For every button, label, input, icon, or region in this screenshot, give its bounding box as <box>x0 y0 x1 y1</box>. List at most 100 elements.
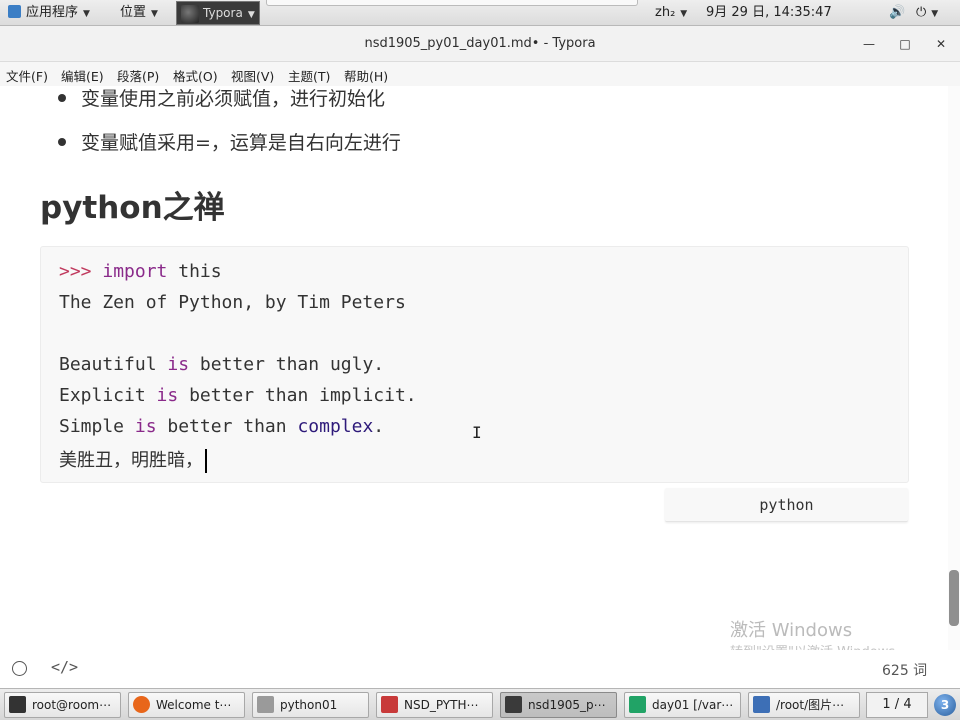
code-text: better than ugly. <box>189 354 385 375</box>
active-app-menu[interactable]: Typora ▼ <box>176 1 260 25</box>
menu-edit[interactable]: 编辑(E) <box>61 66 104 85</box>
ibeam-cursor-icon: I <box>472 423 482 442</box>
scrollbar-thumb[interactable] <box>949 570 959 626</box>
code-text: Explicit <box>59 385 157 406</box>
places-menu[interactable]: 位置 ▼ <box>120 0 158 26</box>
chevron-down-icon: ▼ <box>151 9 158 19</box>
maximize-button[interactable]: □ <box>895 34 915 54</box>
activation-watermark-subtitle: 转到"设置"以激活 Windows。 <box>730 641 908 650</box>
task-firefox[interactable]: Welcome t⋯ <box>128 692 245 718</box>
code-keyword: is <box>167 354 190 375</box>
close-button[interactable]: ✕ <box>931 34 951 54</box>
menu-view[interactable]: 视图(V) <box>231 66 274 85</box>
task-typora[interactable]: nsd1905_p⋯ <box>500 692 617 718</box>
power-menu[interactable]: ⏻ ▼ <box>916 0 938 26</box>
word-count[interactable]: 625 词 <box>882 660 927 680</box>
activation-watermark-title: 激活 Windows <box>730 620 853 641</box>
text-caret <box>205 449 207 473</box>
workspace-pager[interactable]: 1 / 4 <box>866 692 928 718</box>
code-text: . <box>373 416 385 437</box>
code-text: Beautiful <box>59 354 168 375</box>
active-app-label: Typora <box>203 6 243 20</box>
menu-paragraph[interactable]: 段落(P) <box>117 66 159 85</box>
applications-label: 应用程序 <box>26 5 79 20</box>
code-text: 美胜丑，明胜暗， <box>59 450 203 471</box>
code-prompt: >>> <box>59 261 92 282</box>
panel-search-tab <box>266 0 638 6</box>
heading-cn: 之禅 <box>162 190 225 226</box>
code-keyword: import <box>102 261 168 282</box>
clock-label: 9月 29 日, 14:35:47 <box>706 5 832 20</box>
screen: 应用程序 ▼ 位置 ▼ Typora ▼ zh₂ ▼ 9月 29 日, 14:35:47… <box>0 0 960 720</box>
source-mode-toggle-icon[interactable]: </> <box>51 658 78 676</box>
code-text: better than <box>156 416 298 437</box>
minimize-button[interactable]: — <box>859 34 879 54</box>
task-python01[interactable]: python01 <box>252 692 369 718</box>
volume-icon[interactable]: 🔊 <box>889 0 905 26</box>
list-item[interactable]: 变量赋值采用=，运算是自右向左进行 <box>58 128 401 155</box>
task-terminal[interactable]: root@room⋯ <box>4 692 121 718</box>
code-line: The Zen of Python, by Tim Peters <box>59 292 406 313</box>
chevron-down-icon: ▼ <box>680 9 688 19</box>
list-item-text: 变量使用之前必须赋值，进行初始化 <box>81 88 386 110</box>
power-icon: ⏻ <box>916 5 927 20</box>
code-keyword: is <box>156 385 179 406</box>
applications-menu[interactable]: 应用程序 ▼ <box>8 0 90 26</box>
code-builtin: complex <box>297 416 374 437</box>
window-title: nsd1905_py01_day01.md• - Typora <box>364 36 596 51</box>
editor-area[interactable]: 变量使用之前必须赋值，进行初始化 变量赋值采用=，运算是自右向左进行 pytho… <box>0 86 948 650</box>
code-text: better than implicit. <box>178 385 417 406</box>
status-bar: </> 625 词 <box>0 650 960 688</box>
code-keyword: is <box>134 416 157 437</box>
code-text: this <box>167 261 222 282</box>
chevron-down-icon: ▼ <box>83 9 90 19</box>
file-manager-icon <box>257 696 274 713</box>
bullet-icon <box>58 137 66 146</box>
section-heading[interactable]: python之禅 <box>40 182 225 227</box>
task-nsd-python[interactable]: NSD_PYTH⋯ <box>376 692 493 718</box>
task-pycharm[interactable]: day01 [/var⋯ <box>624 692 741 718</box>
input-method-indicator[interactable]: zh₂ ▼ <box>655 0 687 26</box>
menu-help[interactable]: 帮助(H) <box>344 66 388 85</box>
top-panel: 应用程序 ▼ 位置 ▼ Typora ▼ zh₂ ▼ 9月 29 日, 14:35:47… <box>0 0 960 26</box>
task-label: NSD_PYTH⋯ <box>404 698 479 712</box>
list-item[interactable]: 变量使用之前必须赋值，进行初始化 <box>58 86 385 111</box>
code-line: 美胜丑，明胜暗， <box>59 446 207 473</box>
firefox-icon <box>133 696 150 713</box>
task-label: Welcome t⋯ <box>156 698 232 712</box>
vertical-scrollbar[interactable] <box>948 86 960 650</box>
chevron-down-icon: ▼ <box>931 9 939 19</box>
code-line: Explicit is better than implicit. <box>59 385 417 406</box>
document-viewer-icon <box>381 696 398 713</box>
task-image-folder[interactable]: /root/图片⋯ <box>748 692 860 718</box>
window-titlebar: nsd1905_py01_day01.md• - Typora — □ ✕ <box>0 26 960 62</box>
code-line: >>> import this <box>59 261 222 282</box>
chevron-down-icon: ▼ <box>247 10 255 20</box>
clock[interactable]: 9月 29 日, 14:35:47 <box>706 0 832 26</box>
outline-toggle-icon[interactable] <box>12 661 27 676</box>
code-block[interactable]: >>> import this The Zen of Python, by Ti… <box>40 246 909 483</box>
folder-icon <box>753 696 770 713</box>
bullet-icon <box>58 93 66 102</box>
taskbar: root@room⋯ Welcome t⋯ python01 NSD_PYTH⋯… <box>0 688 960 720</box>
workspace-badge[interactable]: 3 <box>934 694 956 716</box>
places-label: 位置 <box>120 5 147 20</box>
task-label: /root/图片⋯ <box>776 698 845 712</box>
code-language-input[interactable]: python <box>665 488 908 522</box>
menu-theme[interactable]: 主题(T) <box>288 66 330 85</box>
menu-file[interactable]: 文件(F) <box>6 66 48 85</box>
input-method-label: zh₂ <box>655 5 676 20</box>
heading-latin: python <box>40 190 163 226</box>
task-label: day01 [/var⋯ <box>652 698 734 712</box>
applications-icon <box>8 5 21 18</box>
menu-bar: 文件(F) 编辑(E) 段落(P) 格式(O) 视图(V) 主题(T) 帮助(H… <box>0 62 960 86</box>
pycharm-icon <box>629 696 646 713</box>
task-label: nsd1905_p⋯ <box>528 698 606 712</box>
task-label: python01 <box>280 698 338 712</box>
code-text: Simple <box>59 416 135 437</box>
list-item-text: 变量赋值采用=，运算是自右向左进行 <box>81 132 401 154</box>
typora-icon <box>505 696 522 713</box>
code-line: Beautiful is better than ugly. <box>59 354 384 375</box>
menu-format[interactable]: 格式(O) <box>173 66 218 85</box>
typora-app-icon <box>181 4 199 23</box>
